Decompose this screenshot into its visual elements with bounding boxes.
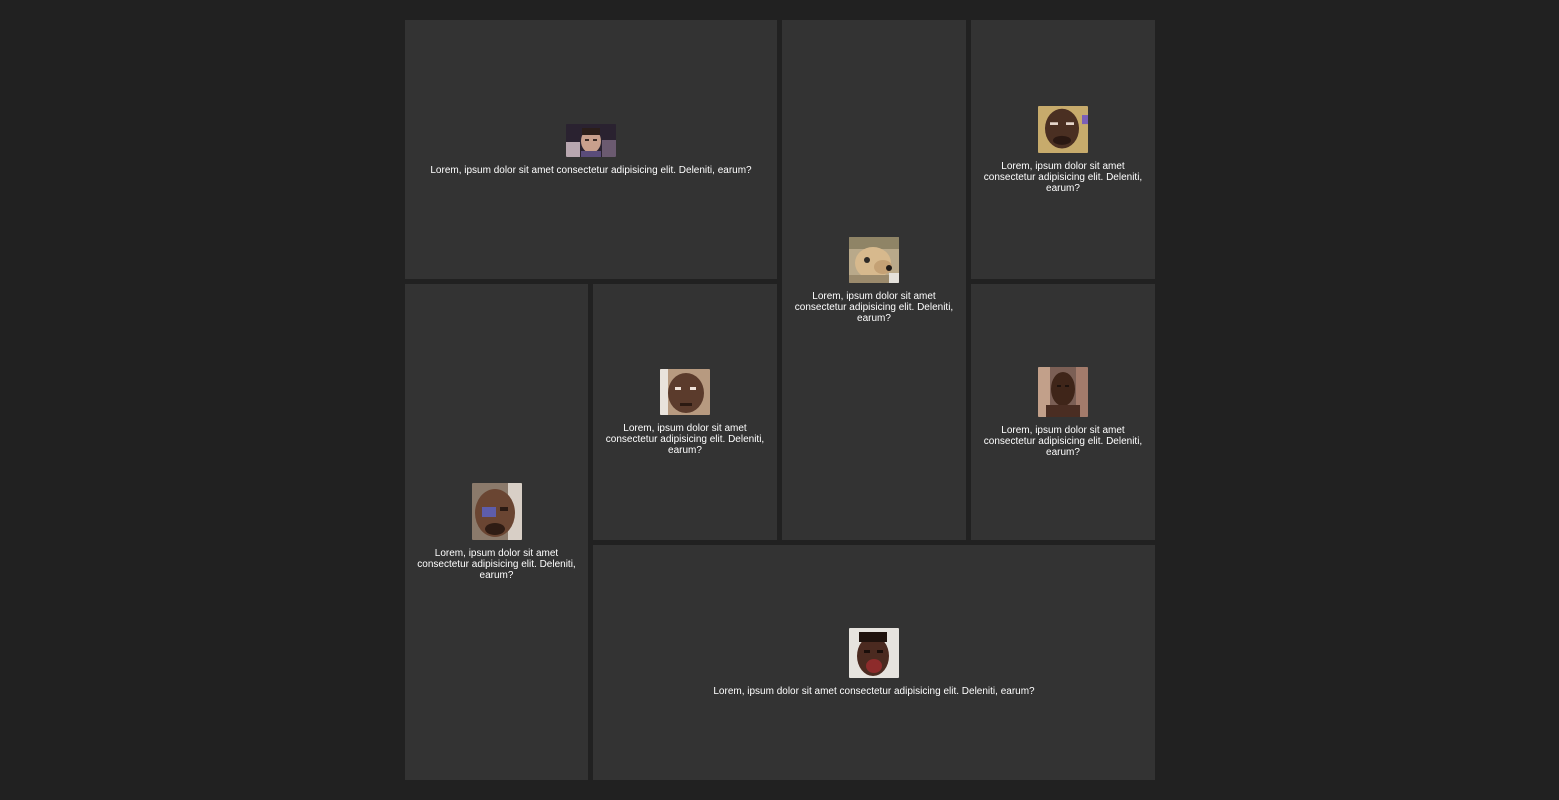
photo-grid: Lorem, ipsum dolor sit amet consectetur … (405, 20, 1155, 780)
card-caption: Lorem, ipsum dolor sit amet consectetur … (983, 160, 1143, 194)
card-caption: Lorem, ipsum dolor sit amet consectetur … (794, 290, 954, 324)
card-caption: Lorem, ipsum dolor sit amet consectetur … (713, 686, 1035, 697)
card-caption: Lorem, ipsum dolor sit amet consectetur … (605, 422, 765, 456)
gallery-card: Lorem, ipsum dolor sit amet consectetur … (971, 284, 1155, 540)
face-photo-2 (1038, 105, 1088, 153)
card-caption: Lorem, ipsum dolor sit amet consectetur … (417, 548, 576, 581)
gallery-card: Lorem, ipsum dolor sit amet consectetur … (405, 284, 588, 780)
card-caption: Lorem, ipsum dolor sit amet consectetur … (430, 164, 752, 176)
gallery-card: Lorem, ipsum dolor sit amet consectetur … (593, 284, 777, 540)
face-photo-1 (566, 123, 616, 157)
dog-photo (849, 236, 899, 283)
face-photo-3 (471, 483, 522, 540)
gallery-card: Lorem, ipsum dolor sit amet consectetur … (971, 20, 1155, 279)
gallery-card: Lorem, ipsum dolor sit amet consectetur … (405, 20, 777, 279)
face-photo-4 (660, 368, 710, 415)
face-photo-6 (849, 628, 899, 678)
gallery-card: Lorem, ipsum dolor sit amet consectetur … (593, 545, 1155, 780)
gallery-card: Lorem, ipsum dolor sit amet consectetur … (782, 20, 966, 540)
card-caption: Lorem, ipsum dolor sit amet consectetur … (983, 424, 1143, 458)
face-photo-5 (1038, 366, 1088, 417)
